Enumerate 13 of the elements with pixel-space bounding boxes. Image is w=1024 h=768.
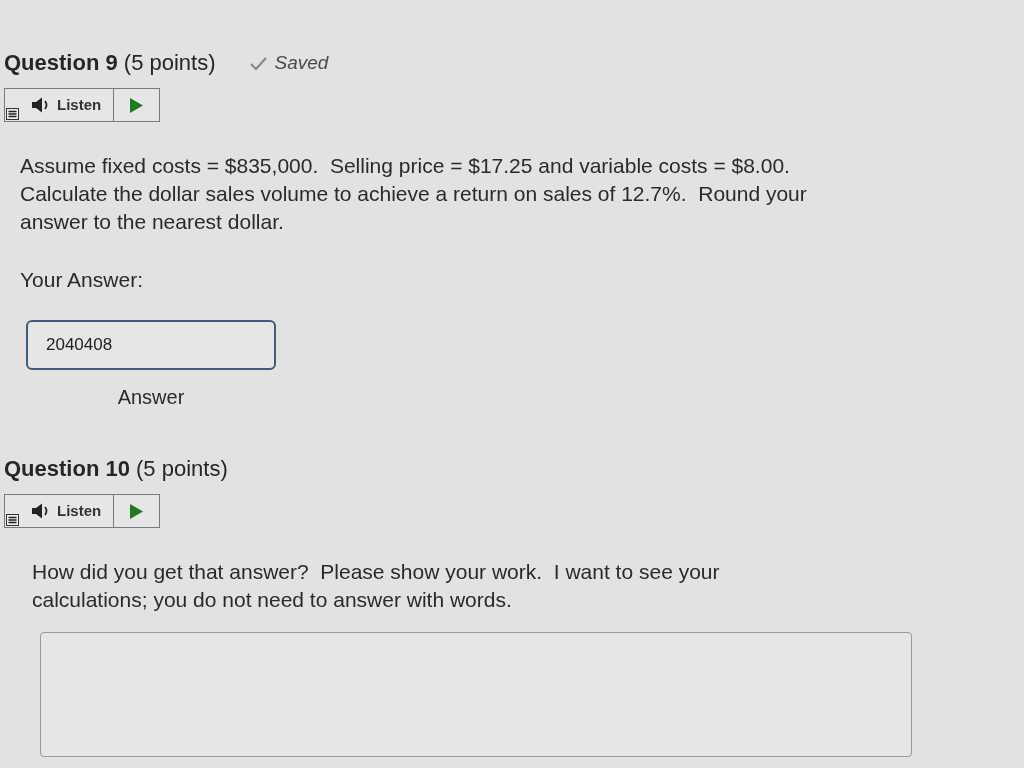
question-text: How did you get that answer? Please show your work. I want to see your calculations; you do not need to answer with words. xyxy=(32,559,721,613)
check-icon xyxy=(249,56,267,70)
play-icon xyxy=(130,503,144,519)
question-text: Assume fixed costs = $835,000. Selling price = $17.25 and variable costs = $8.00. Calculate the dollar sales volume to achieve a return on sales of 12.7%. Round your answer to the nearest dollar. xyxy=(20,153,808,235)
answer-caption: Answer xyxy=(116,385,186,410)
play-icon xyxy=(130,97,144,113)
saved-status: Saved xyxy=(274,50,329,75)
question-title: Question 10 (5 points) xyxy=(4,455,228,483)
answer-label: Your Answer: xyxy=(20,267,144,293)
listen-button[interactable]: Listen xyxy=(5,495,114,527)
question-title: Question 9 (5 points) xyxy=(4,49,216,77)
listen-button[interactable]: Listen xyxy=(5,89,114,121)
answer-field[interactable]: 2040408 xyxy=(26,320,276,370)
